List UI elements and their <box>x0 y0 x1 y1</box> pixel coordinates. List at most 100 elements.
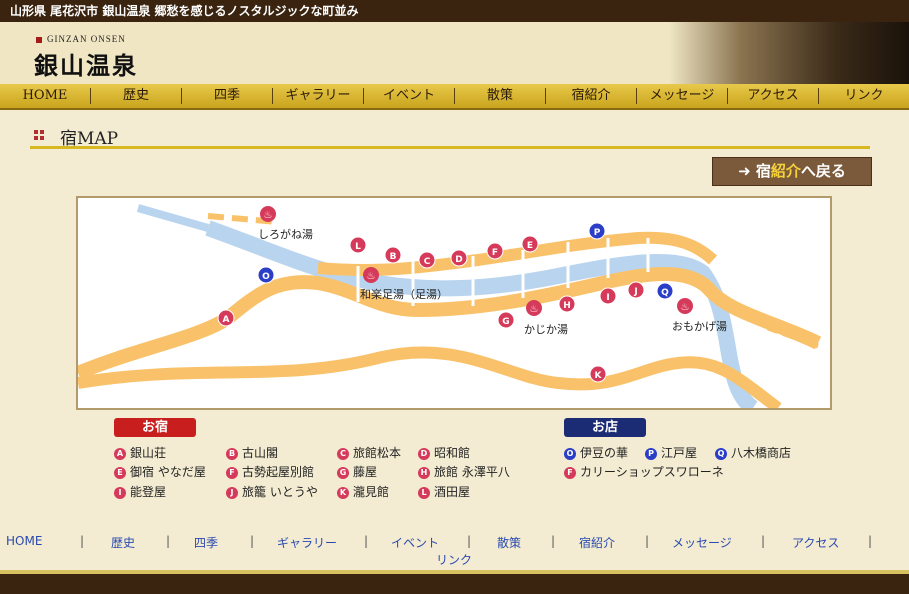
nav-home[interactable]: HOME <box>0 88 91 104</box>
nav-links[interactable]: リンク <box>819 88 909 104</box>
footer-nav-message[interactable]: メッセージ <box>672 534 732 551</box>
nav-message[interactable]: メッセージ <box>637 88 728 104</box>
marker-D[interactable]: D <box>450 249 468 267</box>
marker-B[interactable]: B <box>384 246 402 264</box>
marker-E[interactable]: E <box>521 235 539 253</box>
footer-nav-inns[interactable]: 宿紹介 <box>579 534 615 551</box>
nav-event[interactable]: イベント <box>364 88 455 104</box>
back-suffix: へ戻る <box>800 162 846 180</box>
bottom-bar <box>0 570 909 594</box>
legend-marker-icon: F <box>564 466 576 479</box>
legend-label: 御宿 やなだ屋 <box>130 465 206 479</box>
legend-inn-H[interactable]: H 旅館 永澤平八 <box>418 463 510 480</box>
marker-P[interactable]: P <box>588 222 606 240</box>
svg-text:J: J <box>633 287 637 297</box>
nav-gallery[interactable]: ギャラリー <box>273 88 364 104</box>
logo-subtitle-text: GINZAN ONSEN <box>47 34 126 44</box>
section-heading: 宿MAP <box>30 124 870 149</box>
legend-label: 昭和館 <box>434 446 471 460</box>
legend-marker-icon: L <box>418 486 430 499</box>
legend-marker-icon: H <box>418 466 430 479</box>
legend-inn-B[interactable]: B 古山閣 <box>226 444 278 461</box>
logo-subtitle: GINZAN ONSEN <box>36 34 126 44</box>
nav-inns[interactable]: 宿紹介 <box>546 88 637 104</box>
nav-access[interactable]: アクセス <box>728 88 819 104</box>
road-south <box>78 346 782 408</box>
legend-inn-F[interactable]: F 古勢起屋別館 <box>226 463 314 480</box>
svg-text:B: B <box>390 252 397 262</box>
footer-separator: | <box>868 534 873 548</box>
marker-I[interactable]: I <box>599 287 617 305</box>
river-upper <box>136 204 210 232</box>
site-logo[interactable]: 銀山温泉 <box>34 46 138 81</box>
legend-label: 銀山荘 <box>130 446 167 460</box>
svg-text:H: H <box>563 301 571 311</box>
svg-text:A: A <box>223 315 230 325</box>
footer-nav-access[interactable]: アクセス <box>792 534 839 551</box>
svg-text:O: O <box>262 272 270 282</box>
legend-label: 旅館 永澤平八 <box>434 465 510 479</box>
map-svg: ♨ ♨ ♨ ♨ しろがね湯 和楽足湯（足湯） かじか湯 おもかげ湯 A B C … <box>78 204 822 408</box>
legend-inn-J[interactable]: J 旅籠 いとうや <box>226 483 318 500</box>
marker-J[interactable]: J <box>627 281 645 299</box>
legend-marker-icon: A <box>114 447 126 460</box>
legend-marker-icon: P <box>645 447 657 460</box>
label-shirogane: しろがね湯 <box>258 227 313 241</box>
footer-nav-home[interactable]: HOME <box>6 534 42 548</box>
nav-seasons[interactable]: 四季 <box>182 88 273 104</box>
legend-marker-icon: F <box>226 466 238 479</box>
footer-nav-seasons[interactable]: 四季 <box>194 534 218 551</box>
legend-marker-icon: J <box>226 486 238 499</box>
footer-nav-gallery[interactable]: ギャラリー <box>277 534 337 551</box>
footer-separator: | <box>551 534 556 548</box>
nav-history[interactable]: 歴史 <box>91 88 182 104</box>
legend-inn-K[interactable]: K 瀧見館 <box>337 483 389 500</box>
back-to-inns-button[interactable]: ➜ 宿紹介へ戻る <box>712 157 872 186</box>
nav-walk[interactable]: 散策 <box>455 88 546 104</box>
footer-nav-event[interactable]: イベント <box>391 534 439 551</box>
legend-shop-F[interactable]: F カリーショップスワローネ <box>564 463 724 480</box>
legend-inn-E[interactable]: E 御宿 やなだ屋 <box>114 463 206 480</box>
footer-nav: HOME | 歴史 | 四季 | ギャラリー | イベント | 散策 | 宿紹介… <box>0 530 909 570</box>
legend-label: 藤屋 <box>353 465 378 479</box>
marker-L[interactable]: L <box>349 236 367 254</box>
legend-inn-D[interactable]: D 昭和館 <box>418 444 470 461</box>
marker-F[interactable]: F <box>486 242 504 260</box>
legend-label: 瀧見館 <box>353 485 390 499</box>
legend-inn-L[interactable]: L 酒田屋 <box>418 483 470 500</box>
legend-inn-C[interactable]: C 旅館松本 <box>337 444 401 461</box>
header-photo <box>669 22 909 84</box>
marker-G[interactable]: G <box>497 311 515 329</box>
top-banner: 山形県 尾花沢市 銀山温泉 郷愁を感じるノスタルジックな町並み <box>0 0 909 22</box>
legend-shop-P[interactable]: P 江戸屋 <box>645 444 697 461</box>
svg-text:G: G <box>502 317 509 327</box>
legend-shop-O[interactable]: O 伊豆の華 <box>564 444 628 461</box>
legend-shop-Q[interactable]: Q 八木橋商店 <box>715 444 791 461</box>
marker-H[interactable]: H <box>558 295 576 313</box>
footer-nav-history[interactable]: 歴史 <box>111 534 135 551</box>
site-header: GINZAN ONSEN 銀山温泉 <box>0 22 909 85</box>
legend-label: 江戸屋 <box>661 446 698 460</box>
svg-text:L: L <box>355 242 361 252</box>
legend-marker-icon: O <box>564 447 576 460</box>
legend-marker-icon: D <box>418 447 430 460</box>
marker-C[interactable]: C <box>418 251 436 269</box>
marker-K[interactable]: K <box>589 365 607 383</box>
svg-text:I: I <box>606 293 609 303</box>
marker-A[interactable]: A <box>217 309 235 327</box>
footer-separator: | <box>250 534 255 548</box>
footer-separator: | <box>645 534 650 548</box>
logo-square-icon <box>36 36 42 43</box>
marker-O[interactable]: O <box>257 266 275 284</box>
legend-inn-I[interactable]: I 能登屋 <box>114 483 166 500</box>
svg-text:K: K <box>595 371 603 381</box>
legend-inn-A[interactable]: A 銀山荘 <box>114 444 166 461</box>
legend-marker-icon: B <box>226 447 238 460</box>
footer-nav-links[interactable]: リンク <box>436 551 472 568</box>
legend-label: カリーショップスワローネ <box>580 465 724 479</box>
legend-marker-icon: C <box>337 447 349 460</box>
footer-nav-walk[interactable]: 散策 <box>497 534 521 551</box>
label-wara: 和楽足湯（足湯） <box>360 288 448 301</box>
marker-Q[interactable]: Q <box>656 282 674 300</box>
legend-inn-G[interactable]: G 藤屋 <box>337 463 377 480</box>
